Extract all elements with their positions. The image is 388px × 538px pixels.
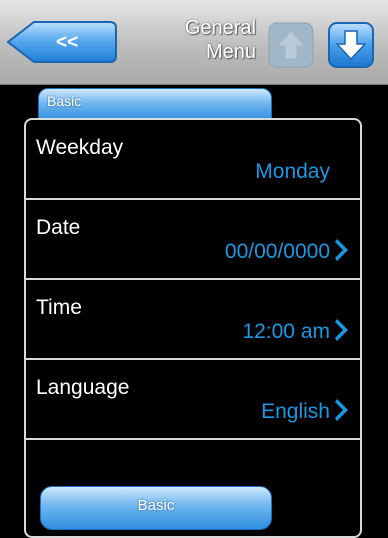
page-title-line2: Menu bbox=[205, 41, 256, 63]
arrow-up-icon bbox=[268, 22, 314, 68]
tab-basic-label: Basic bbox=[47, 93, 82, 109]
row-time[interactable]: Time 12:00 am bbox=[26, 280, 360, 360]
chevron-right-icon bbox=[335, 399, 348, 421]
back-button[interactable]: << bbox=[6, 20, 118, 64]
row-date-label: Date bbox=[36, 216, 81, 239]
page-title-line1: General bbox=[184, 17, 256, 39]
page-title: General Menu bbox=[150, 16, 256, 64]
row-time-value: 12:00 am bbox=[242, 320, 330, 343]
row-date[interactable]: Date 00/00/0000 bbox=[26, 200, 360, 280]
chevron-right-icon bbox=[335, 239, 348, 261]
row-weekday-value: Monday bbox=[255, 160, 330, 183]
back-button-label: << bbox=[56, 32, 79, 53]
row-language-value: English bbox=[261, 400, 330, 423]
basic-button-label: Basic bbox=[137, 497, 175, 514]
row-weekday-label: Weekday bbox=[36, 136, 124, 159]
arrow-down-icon bbox=[328, 22, 374, 68]
basic-button[interactable]: Basic bbox=[40, 486, 272, 530]
header-bar: << General Menu bbox=[0, 0, 388, 85]
settings-panel: Weekday Monday Date 00/00/0000 Time 12:0… bbox=[24, 118, 362, 538]
row-time-label: Time bbox=[36, 296, 82, 319]
row-language-label: Language bbox=[36, 376, 130, 399]
row-language[interactable]: Language English bbox=[26, 360, 360, 440]
row-weekday[interactable]: Weekday Monday bbox=[26, 120, 360, 200]
scroll-down-button[interactable] bbox=[328, 22, 374, 68]
scroll-up-button[interactable] bbox=[268, 22, 314, 68]
tab-basic[interactable]: Basic bbox=[38, 88, 272, 122]
chevron-right-icon bbox=[335, 319, 348, 341]
row-date-value: 00/00/0000 bbox=[224, 240, 330, 263]
